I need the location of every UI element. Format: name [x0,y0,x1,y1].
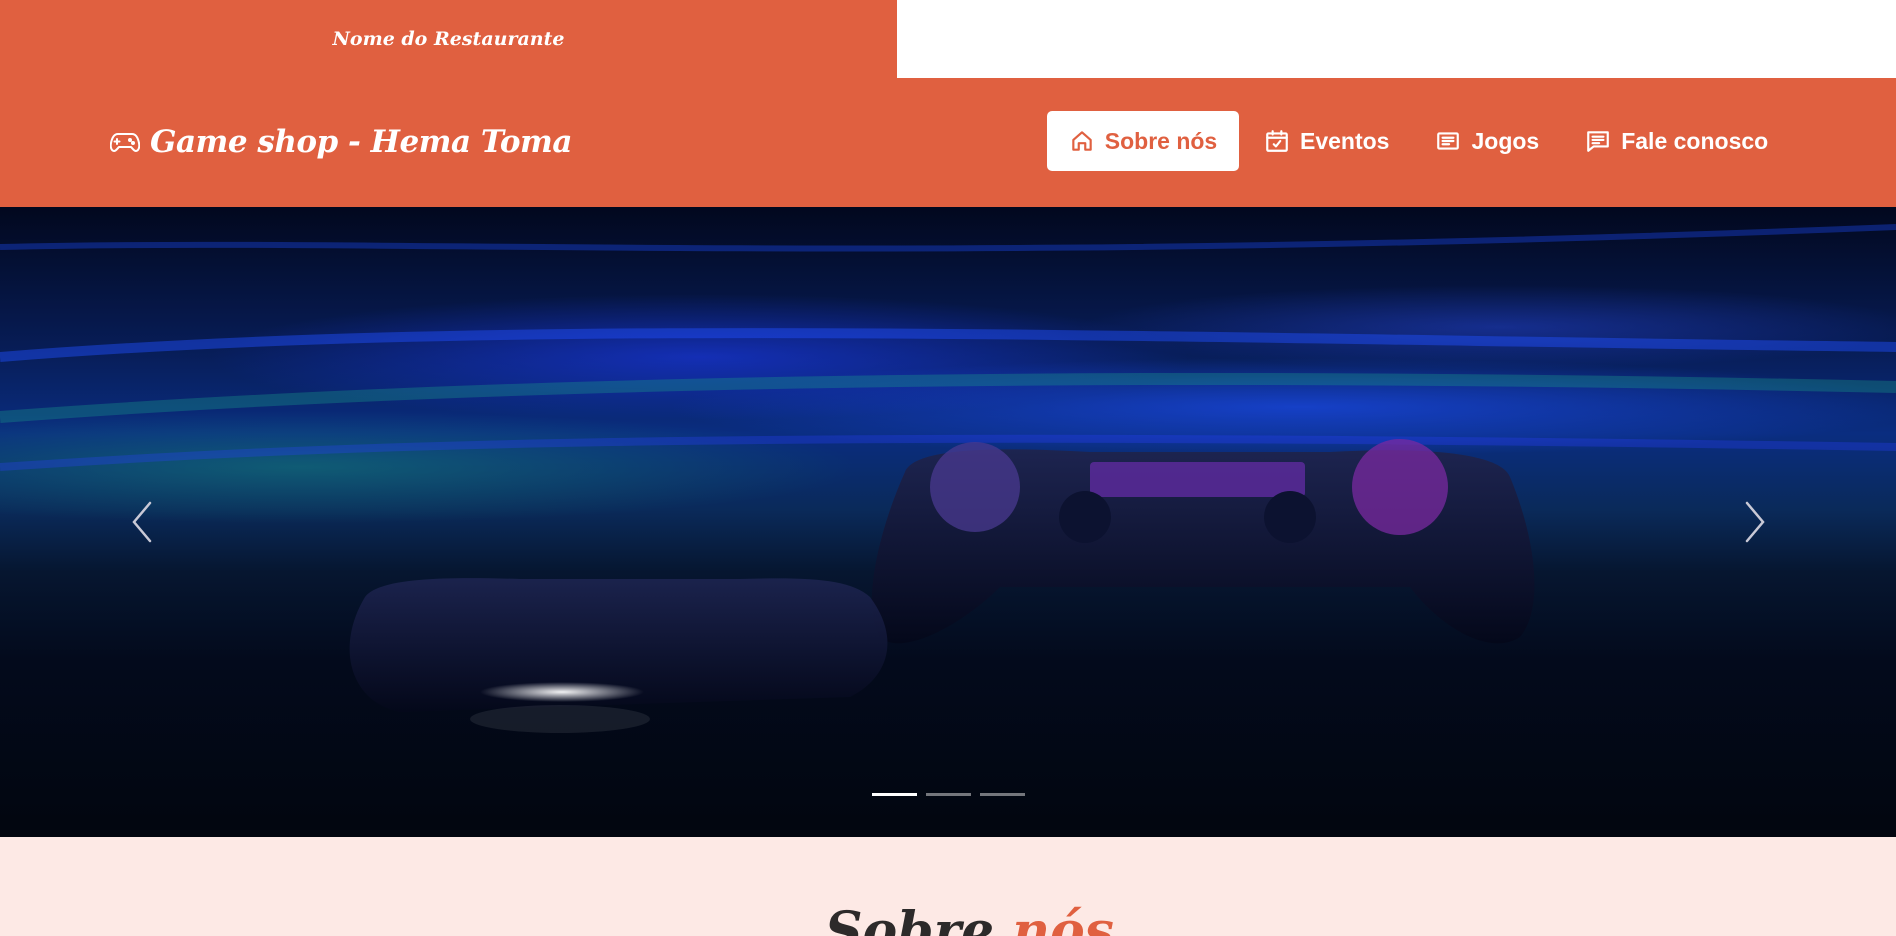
nav-item-eventos[interactable]: Eventos [1241,111,1412,171]
top-bar: Nome do Restaurante [0,0,1896,78]
restaurant-name: Nome do Restaurante [332,28,565,50]
navbar: Game shop - Hema Toma Sobre nós Eventos [0,78,1896,207]
section-title-main: Sobre [825,901,1013,936]
carousel-prev-button[interactable] [122,497,162,547]
chevron-left-icon [132,501,152,543]
hero-carousel [0,207,1896,837]
carousel-indicator-2[interactable] [926,793,971,796]
nav-item-label: Jogos [1471,127,1540,154]
carousel-indicators [872,793,1025,796]
nav-item-fale-conosco[interactable]: Fale conosco [1562,111,1791,171]
carousel-indicator-1[interactable] [872,793,917,796]
brand-name: Game shop - Hema Toma [150,124,572,160]
nav-item-label: Fale conosco [1621,127,1769,154]
about-section: Sobre nós [0,837,1896,936]
nav-item-label: Sobre nós [1104,127,1218,154]
main-nav: Sobre nós Eventos Jogos Fale conosco [1047,111,1791,171]
nav-item-jogos[interactable]: Jogos [1412,111,1562,171]
top-bar-blank-area [897,0,1896,78]
home-icon [1072,131,1092,151]
section-title-accent: nós [1012,901,1114,936]
top-bar-brand-area: Nome do Restaurante [0,0,897,78]
article-icon [1437,132,1460,150]
calendar-check-icon [1266,130,1288,152]
carousel-indicator-3[interactable] [980,793,1025,796]
nav-item-label: Eventos [1300,127,1390,154]
carousel-next-button[interactable] [1735,497,1775,547]
nav-item-sobre-nos[interactable]: Sobre nós [1047,111,1239,171]
chevron-right-icon [1745,501,1765,543]
gamepad-icon [110,133,140,152]
hero-slide-image [0,224,1896,733]
chat-icon [1587,131,1610,152]
brand-link[interactable]: Game shop - Hema Toma [110,120,572,164]
section-title: Sobre nós [825,901,1114,936]
